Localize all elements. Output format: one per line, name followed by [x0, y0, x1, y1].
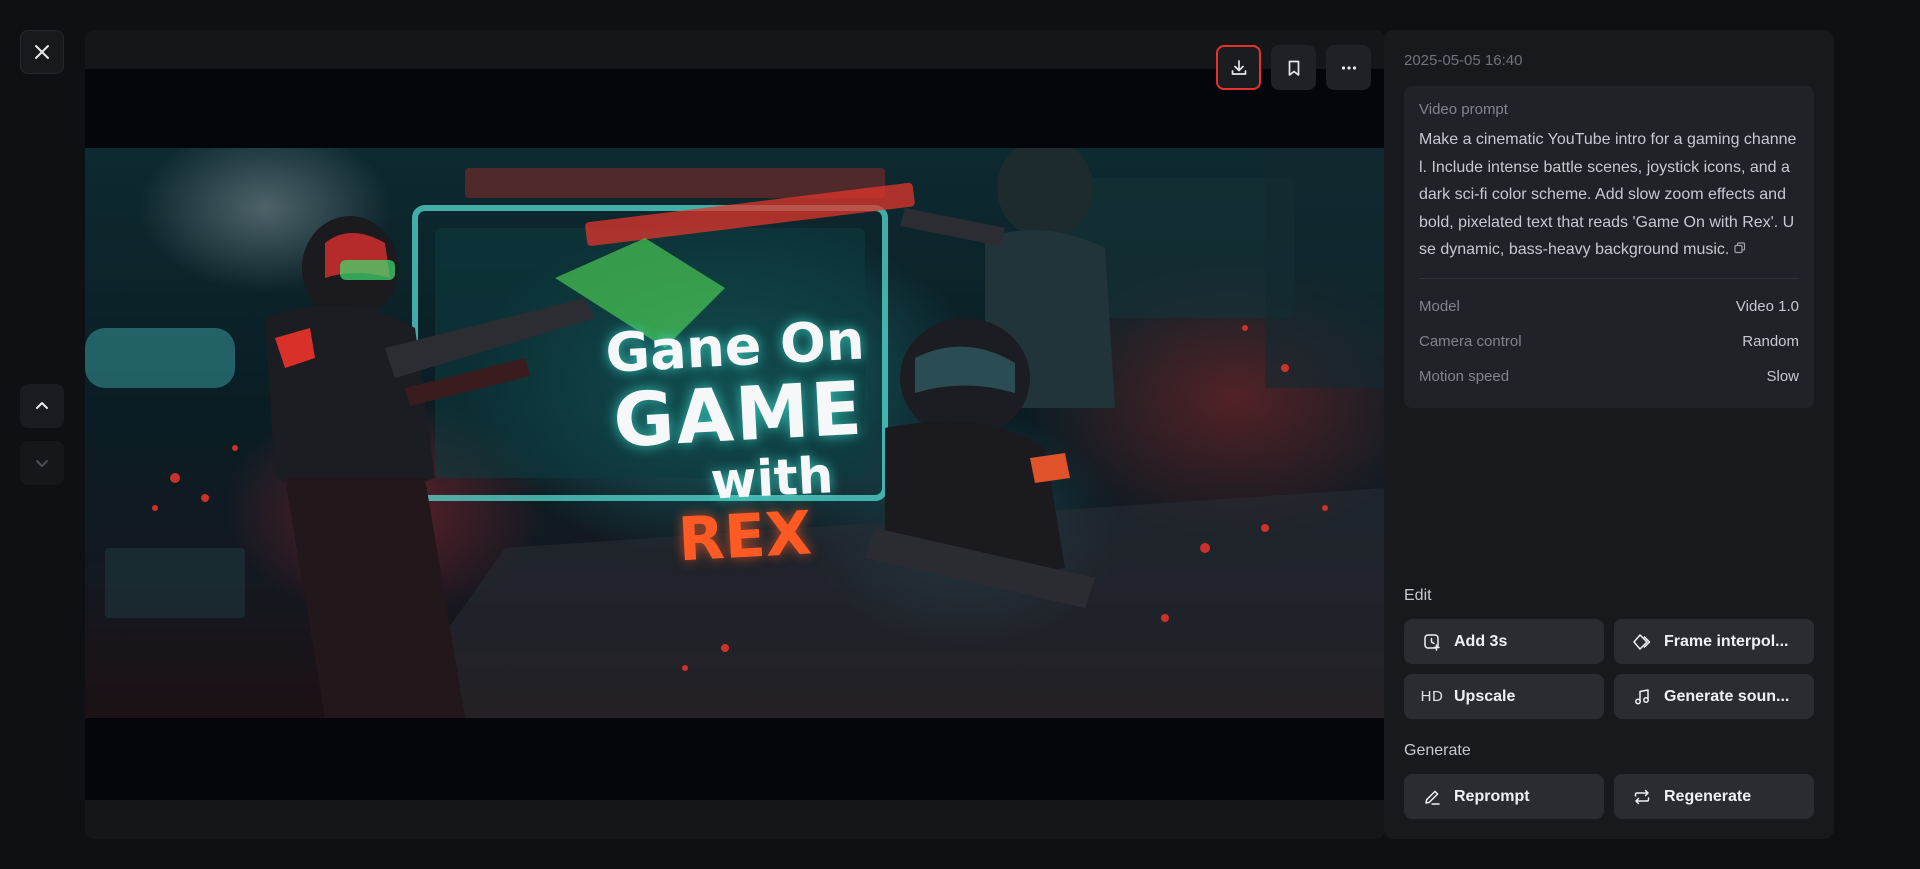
- music-note-icon: [1632, 687, 1652, 707]
- video-viewer: Gane On GAME with REX: [85, 30, 1385, 839]
- clock-plus-icon: [1422, 632, 1442, 652]
- edit-actions: Add 3s Frame interpol... HD Upscale Gene…: [1404, 619, 1815, 719]
- frame-interpolation-button[interactable]: Frame interpol...: [1614, 619, 1814, 664]
- bookmark-icon: [1288, 60, 1299, 76]
- generate-actions: Reprompt Regenerate: [1404, 774, 1815, 819]
- title-line-2: GAME: [611, 365, 866, 465]
- meta-key: Model: [1419, 297, 1460, 315]
- frame-interpolation-label: Frame interpol...: [1664, 632, 1789, 650]
- video-thumbnail: Gane On GAME with REX: [85, 148, 1385, 718]
- repeat-icon: [1632, 787, 1652, 807]
- prompt-text-wrapper: Make a cinematic YouTube intro for a gam…: [1419, 126, 1799, 264]
- close-icon: [35, 45, 49, 59]
- regenerate-label: Regenerate: [1664, 787, 1752, 805]
- generate-sound-label: Generate soun...: [1664, 687, 1790, 705]
- meta-value: Slow: [1766, 367, 1799, 385]
- upscale-button[interactable]: HD Upscale: [1404, 674, 1604, 719]
- viewer-toolbar: [1216, 45, 1371, 90]
- meta-row-motion: Motion speed Slow: [1419, 359, 1799, 394]
- prompt-card: Video prompt Make a cinematic YouTube in…: [1404, 86, 1814, 408]
- video-title-text: Gane On GAME with REX: [569, 308, 912, 577]
- more-button[interactable]: [1326, 45, 1371, 90]
- add-3s-button[interactable]: Add 3s: [1404, 619, 1604, 664]
- prompt-label: Video prompt: [1419, 101, 1508, 118]
- diamond-icon: [1632, 632, 1652, 652]
- reprompt-label: Reprompt: [1454, 787, 1530, 805]
- copy-icon[interactable]: [1734, 236, 1746, 264]
- more-icon: [1341, 65, 1356, 70]
- edit-section-label: Edit: [1404, 587, 1432, 604]
- pencil-icon: [1422, 787, 1442, 807]
- meta-value: Random: [1742, 332, 1799, 350]
- previous-button[interactable]: [20, 384, 64, 428]
- reprompt-button[interactable]: Reprompt: [1404, 774, 1604, 819]
- regenerate-button[interactable]: Regenerate: [1614, 774, 1814, 819]
- meta-key: Motion speed: [1419, 367, 1510, 385]
- chevron-down-icon: [36, 460, 48, 467]
- meta-row-camera: Camera control Random: [1419, 324, 1799, 359]
- generate-section-label: Generate: [1404, 742, 1471, 759]
- close-button[interactable]: [20, 30, 64, 74]
- generate-sound-button[interactable]: Generate soun...: [1614, 674, 1814, 719]
- meta-value: Video 1.0: [1735, 297, 1799, 315]
- video-frame[interactable]: Gane On GAME with REX: [85, 69, 1385, 800]
- hd-icon: HD: [1420, 688, 1444, 705]
- download-icon: [1231, 59, 1246, 75]
- bookmark-button[interactable]: [1271, 45, 1316, 90]
- download-button[interactable]: [1216, 45, 1261, 90]
- meta-row-model: Model Video 1.0: [1419, 289, 1799, 324]
- divider: [1419, 277, 1799, 279]
- timestamp: 2025-05-05 16:40: [1404, 52, 1523, 69]
- add-3s-label: Add 3s: [1454, 632, 1508, 650]
- details-panel: 2025-05-05 16:40 Video prompt Make a cin…: [1384, 30, 1834, 839]
- upscale-label: Upscale: [1454, 687, 1516, 705]
- chevron-up-icon: [36, 402, 48, 409]
- meta-key: Camera control: [1419, 332, 1522, 350]
- next-button[interactable]: [20, 441, 64, 485]
